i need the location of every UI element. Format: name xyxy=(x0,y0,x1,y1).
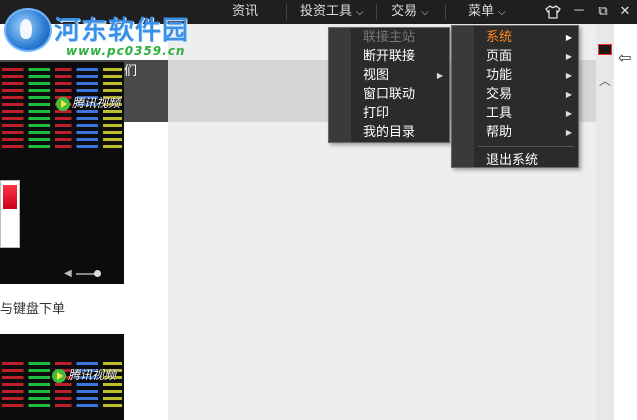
video-caption[interactable]: 与键盘下单 xyxy=(0,298,65,317)
menu-item-tools[interactable]: 工具 ▶ xyxy=(452,104,578,123)
menu-item-my-directory[interactable]: 我的目录 xyxy=(329,123,449,142)
menu-item-label: 视图 xyxy=(363,68,390,83)
menu-item-print[interactable]: 打印 xyxy=(329,104,449,123)
menu-item-disconnect[interactable]: 断开联接 xyxy=(329,47,449,66)
menu-item-label: 窗口联动 xyxy=(363,87,416,102)
menu-item-help[interactable]: 帮助 ▶ xyxy=(452,123,578,142)
submenu-arrow-icon: ▶ xyxy=(565,128,572,137)
main-menu: 系统 ▶ 页面 ▶ 功能 ▶ 交易 ▶ 工具 ▶ 帮助 ▶ 退出系统 xyxy=(451,25,579,168)
menu-item-page[interactable]: 页面 ▶ xyxy=(452,47,578,66)
play-icon xyxy=(56,96,70,111)
nav-divider xyxy=(286,4,287,20)
nav-news[interactable]: 资讯 xyxy=(232,0,258,24)
banner-text: 们 xyxy=(124,64,138,79)
menu-item-system[interactable]: 系统 ▶ xyxy=(452,28,578,47)
video-badge-label: 腾讯视频 xyxy=(68,368,117,382)
menu-item-window-link[interactable]: 窗口联动 xyxy=(329,85,449,104)
menu-divider xyxy=(478,146,574,147)
float-window-icon[interactable] xyxy=(598,44,612,55)
nav-invest-tools-label: 投资工具 xyxy=(300,4,353,19)
play-icon xyxy=(52,368,66,383)
logo-emblem-icon xyxy=(4,8,52,52)
video-badge-label: 腾讯视频 xyxy=(72,96,121,110)
scroll-up-icon[interactable]: ︿ xyxy=(599,72,611,89)
menu-item-function[interactable]: 功能 ▶ xyxy=(452,66,578,85)
volume-knob[interactable] xyxy=(94,270,101,277)
speaker-icon: ◀ xyxy=(64,268,72,279)
tencent-video-badge: 腾讯视频 xyxy=(56,94,120,111)
video-player-2[interactable]: 腾讯视频 xyxy=(0,334,124,420)
side-toolbar: ⇦ xyxy=(614,24,637,420)
skin-button[interactable] xyxy=(544,0,562,24)
minimize-button[interactable]: － xyxy=(570,0,588,24)
submenu-arrow-icon: ▶ xyxy=(565,52,572,61)
submenu-arrow-icon: ▶ xyxy=(565,109,572,118)
scrollbar[interactable]: ︿ xyxy=(596,24,614,420)
nav-divider xyxy=(376,4,377,20)
submenu-arrow-icon: ▶ xyxy=(565,90,572,99)
menu-item-exit[interactable]: 退出系统 xyxy=(452,151,578,170)
menu-item-label: 工具 xyxy=(486,106,513,121)
menu-item-label: 打印 xyxy=(363,106,390,121)
menu-item-label: 系统 xyxy=(486,30,513,45)
menu-item-label: 联接主站 xyxy=(363,30,416,45)
nav-trade-label: 交易 xyxy=(391,4,418,19)
back-arrow-icon[interactable]: ⇦ xyxy=(618,48,631,67)
menu-item-connect-server: 联接主站 xyxy=(329,28,449,47)
logo-name: 河东软件园 xyxy=(54,16,190,46)
menu-item-label: 退出系统 xyxy=(486,153,539,168)
nav-menu-label: 菜单 xyxy=(468,4,495,19)
popup-thumbnail xyxy=(0,180,20,248)
video-player-1[interactable]: 腾讯视频 ◀ xyxy=(0,62,124,284)
left-column: 腾讯视频 ◀ 与键盘下单 腾讯视频 xyxy=(0,24,168,420)
logo-url: www.pc0359.cn xyxy=(66,44,186,58)
nav-news-label: 资讯 xyxy=(232,4,259,19)
menu-item-view[interactable]: 视图 ▶ xyxy=(329,66,449,85)
chevron-down-icon: ⌵ xyxy=(421,7,429,18)
system-submenu: 联接主站 断开联接 视图 ▶ 窗口联动 打印 我的目录 xyxy=(328,27,450,143)
menu-item-label: 交易 xyxy=(486,87,513,102)
volume-control[interactable]: ◀ xyxy=(64,268,104,279)
chevron-down-icon: ⌵ xyxy=(498,7,506,18)
menu-item-label: 功能 xyxy=(486,68,513,83)
restore-button[interactable]: ⧉ xyxy=(594,0,612,24)
menu-item-trade[interactable]: 交易 ▶ xyxy=(452,85,578,104)
close-button[interactable]: ✕ xyxy=(616,0,634,24)
submenu-arrow-icon: ▶ xyxy=(436,71,443,80)
menu-item-label: 帮助 xyxy=(486,125,513,140)
menu-item-label: 我的目录 xyxy=(363,125,416,140)
nav-trade[interactable]: 交易 ⌵ xyxy=(391,0,429,24)
site-logo: 河东软件园 www.pc0359.cn xyxy=(0,0,210,62)
chevron-down-icon: ⌵ xyxy=(356,7,364,18)
submenu-arrow-icon: ▶ xyxy=(565,71,572,80)
menu-item-label: 页面 xyxy=(486,49,513,64)
menu-item-label: 断开联接 xyxy=(363,49,416,64)
submenu-arrow-icon: ▶ xyxy=(565,33,572,42)
tshirt-icon xyxy=(545,5,561,19)
nav-menu[interactable]: 菜单 ⌵ xyxy=(468,0,506,24)
tencent-video-badge: 腾讯视频 xyxy=(52,366,116,383)
nav-invest-tools[interactable]: 投资工具 ⌵ xyxy=(300,0,364,24)
nav-divider xyxy=(445,4,446,20)
